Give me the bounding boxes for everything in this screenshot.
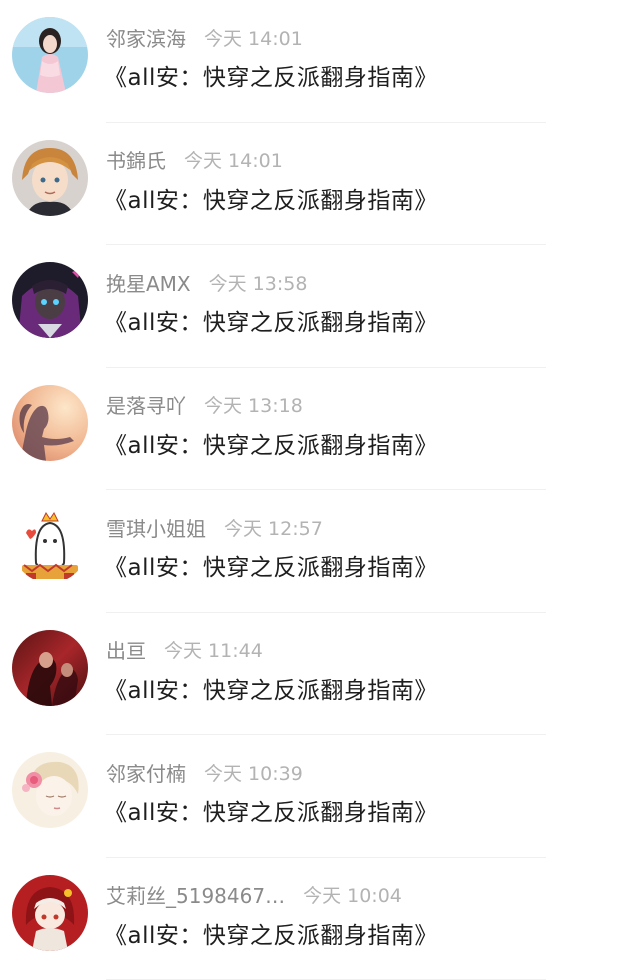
red-figures-avatar[interactable] bbox=[12, 630, 88, 706]
anime-boy-avatar[interactable] bbox=[12, 140, 88, 216]
message-time: 今天 10:04 bbox=[303, 881, 402, 908]
message-time: 今天 10:39 bbox=[204, 759, 303, 786]
girl-pink-dress-avatar[interactable] bbox=[12, 17, 88, 93]
message-time: 今天 13:18 bbox=[204, 391, 303, 418]
sender-name[interactable]: 挽星AMX bbox=[106, 268, 191, 297]
message-meta: 艾莉丝_5198467… 今天 10:04 bbox=[106, 880, 402, 910]
message-meta: 书錦氏 今天 14:01 bbox=[106, 145, 283, 175]
message-row[interactable]: 艾莉丝_5198467… 今天 10:04 《all安：快穿之反派翻身指南》 bbox=[0, 858, 640, 980]
message-text[interactable]: 《all安：快穿之反派翻身指南》 bbox=[104, 181, 438, 215]
message-meta: 挽星AMX 今天 13:58 bbox=[106, 267, 307, 297]
message-meta: 出亘 今天 11:44 bbox=[106, 635, 263, 665]
message-text[interactable]: 《all安：快穿之反派翻身指南》 bbox=[104, 916, 438, 950]
message-text[interactable]: 《all安：快穿之反派翻身指南》 bbox=[104, 426, 438, 460]
sender-name[interactable]: 邻家付楠 bbox=[106, 758, 186, 787]
cartoon-ghost-crown-avatar[interactable] bbox=[12, 507, 88, 583]
message-text[interactable]: 《all安：快穿之反派翻身指南》 bbox=[104, 793, 438, 827]
message-text[interactable]: 《all安：快穿之反派翻身指南》 bbox=[104, 548, 438, 582]
message-text[interactable]: 《all安：快穿之反派翻身指南》 bbox=[104, 671, 438, 705]
message-text[interactable]: 《all安：快穿之反派翻身指南》 bbox=[104, 303, 438, 337]
message-meta: 邻家付楠 今天 10:39 bbox=[106, 757, 303, 787]
message-meta: 是落寻吖 今天 13:18 bbox=[106, 390, 303, 420]
message-row[interactable]: 是落寻吖 今天 13:18 《all安：快穿之反派翻身指南》 bbox=[0, 368, 640, 491]
silhouette-sunset-avatar[interactable] bbox=[12, 385, 88, 461]
message-meta: 雪琪小姐姐 今天 12:57 bbox=[106, 512, 323, 542]
message-text[interactable]: 《all安：快穿之反派翻身指南》 bbox=[104, 58, 438, 92]
message-time: 今天 13:58 bbox=[209, 269, 308, 296]
sender-name[interactable]: 艾莉丝_5198467… bbox=[106, 880, 285, 909]
message-time: 今天 14:01 bbox=[204, 24, 303, 51]
message-list: 邻家滨海 今天 14:01 《all安：快穿之反派翻身指南》 书錦氏 今天 14… bbox=[0, 0, 640, 980]
message-time: 今天 12:57 bbox=[224, 514, 323, 541]
message-time: 今天 14:01 bbox=[184, 146, 283, 173]
message-row[interactable]: 出亘 今天 11:44 《all安：快穿之反派翻身指南》 bbox=[0, 613, 640, 736]
chibi-red-hood-avatar[interactable] bbox=[12, 875, 88, 951]
sender-name[interactable]: 雪琪小姐姐 bbox=[106, 513, 206, 542]
sender-name[interactable]: 是落寻吖 bbox=[106, 390, 186, 419]
message-row[interactable]: 书錦氏 今天 14:01 《all安：快穿之反派翻身指南》 bbox=[0, 123, 640, 246]
anime-character-dark-avatar[interactable] bbox=[12, 262, 88, 338]
message-meta: 邻家滨海 今天 14:01 bbox=[106, 22, 303, 52]
sender-name[interactable]: 书錦氏 bbox=[106, 145, 166, 174]
message-row[interactable]: 挽星AMX 今天 13:58 《all安：快穿之反派翻身指南》 bbox=[0, 245, 640, 368]
message-row[interactable]: 邻家滨海 今天 14:01 《all安：快穿之反派翻身指南》 bbox=[0, 0, 640, 123]
message-row[interactable]: 邻家付楠 今天 10:39 《all安：快穿之反派翻身指南》 bbox=[0, 735, 640, 858]
message-row[interactable]: 雪琪小姐姐 今天 12:57 《all安：快穿之反派翻身指南》 bbox=[0, 490, 640, 613]
sender-name[interactable]: 出亘 bbox=[106, 635, 146, 664]
message-time: 今天 11:44 bbox=[164, 636, 263, 663]
sender-name[interactable]: 邻家滨海 bbox=[106, 23, 186, 52]
sketch-girl-flower-avatar[interactable] bbox=[12, 752, 88, 828]
